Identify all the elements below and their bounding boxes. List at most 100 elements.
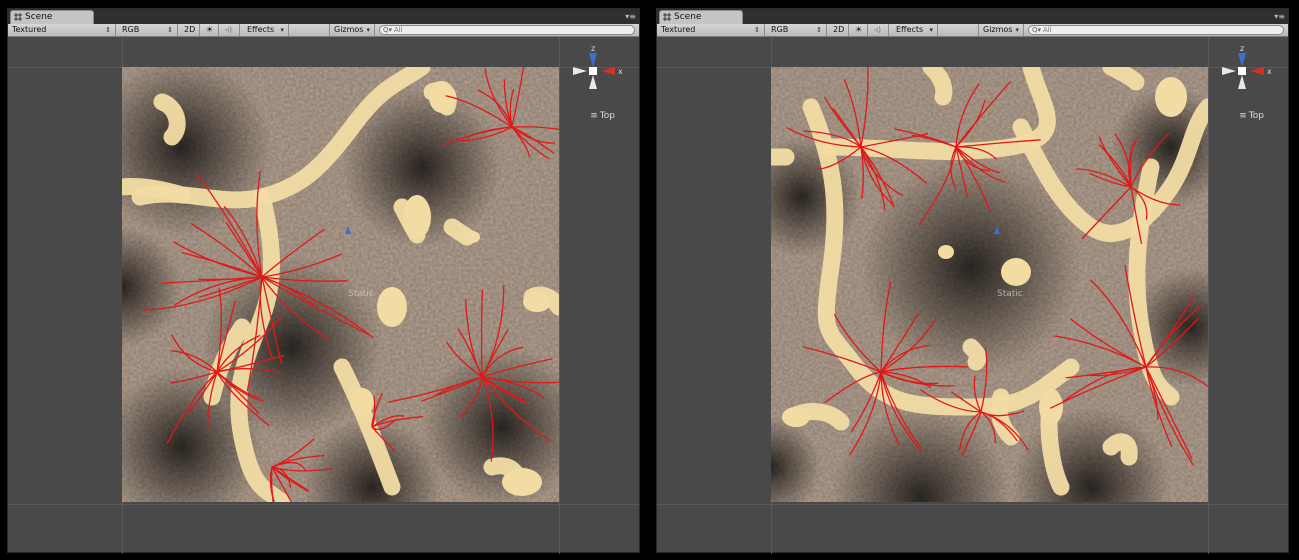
axis-x-label: x — [618, 67, 623, 76]
axis-x-cone[interactable] — [601, 67, 615, 75]
axis-neg-z-cone[interactable] — [1238, 75, 1246, 89]
terrain-sand-patch — [523, 292, 551, 312]
terrain-sand-patch — [938, 245, 954, 259]
dropdown-arrow-icon: ⇕ — [105, 26, 111, 34]
view-name: Top — [1248, 111, 1264, 121]
render-mode-label: Textured — [661, 25, 696, 34]
view-orientation-label[interactable]: ≡ Top — [590, 111, 615, 121]
search-placeholder: All — [1043, 26, 1052, 34]
tab-bar: Scene ▾≡ — [8, 9, 639, 24]
menu-icon[interactable]: ▾≡ — [625, 13, 636, 21]
dropdown-arrow-icon: ▾ — [366, 26, 370, 34]
color-mode-dropdown[interactable]: RGB ⇕ — [767, 24, 827, 36]
lighting-toggle-button[interactable]: ☀ — [850, 24, 868, 36]
scene-toolbar: Textured ⇕ RGB ⇕ 2D ☀ ◃) Effects ▾ Gizmos ▾ … — [657, 24, 1288, 37]
view-gizmo-icon[interactable]: z x — [1210, 43, 1274, 105]
terrain-sand-patch — [782, 407, 810, 427]
color-mode-label: RGB — [122, 25, 140, 34]
grid-line — [8, 504, 639, 505]
terrain-path — [962, 338, 987, 371]
scene-view-panel-right: Scene ▾≡ Textured ⇕ RGB ⇕ 2D ☀ ◃) Effects ▾… — [656, 8, 1289, 554]
toggle-2d-label: 2D — [184, 25, 196, 34]
scene-tab-label: Scene — [25, 12, 53, 22]
menu-lines-icon: ≡ — [590, 111, 598, 121]
terrain-canvas[interactable]: Static — [122, 67, 559, 502]
scene-view-panel-left: Scene ▾≡ Textured ⇕ RGB ⇕ 2D ☀ ◃) Effects ▾… — [7, 8, 640, 554]
terrain-sand-patch — [464, 231, 480, 243]
effects-dropdown[interactable]: Effects ▾ — [892, 24, 938, 36]
terrain-canvas[interactable]: Static — [771, 67, 1208, 502]
terrain-sand-patch — [1001, 258, 1031, 286]
gizmo-center-cube[interactable] — [1238, 67, 1246, 75]
gizmo-center-cube[interactable] — [589, 67, 597, 75]
axis-neg-x-cone[interactable] — [1222, 67, 1236, 75]
tab-bar: Scene ▾≡ — [657, 9, 1288, 24]
speaker-icon: ◃) — [874, 25, 882, 34]
dropdown-arrow-icon: ▾ — [1015, 26, 1019, 34]
terrain-sand-patch — [502, 468, 542, 496]
scene-tab-label: Scene — [674, 12, 702, 22]
search-placeholder: All — [394, 26, 403, 34]
scene-tab[interactable]: Scene — [10, 10, 94, 24]
toggle-2d-button[interactable]: 2D — [829, 24, 849, 36]
search-input[interactable]: Q▾ All — [379, 25, 635, 35]
terrain-sand-patch — [350, 388, 374, 416]
sun-icon: ☀ — [206, 25, 214, 34]
audio-toggle-button[interactable]: ◃) — [869, 24, 889, 36]
menu-lines-icon: ≡ — [1239, 111, 1247, 121]
scene-viewport[interactable]: Static z x ≡ Top — [8, 37, 639, 554]
axis-neg-z-cone[interactable] — [589, 75, 597, 89]
dropdown-arrow-icon: ⇕ — [167, 26, 173, 34]
scene-viewport[interactable]: Static z x ≡ Top — [657, 37, 1288, 554]
grid-line — [559, 37, 560, 554]
view-orientation-label[interactable]: ≡ Top — [1239, 111, 1264, 121]
color-mode-dropdown[interactable]: RGB ⇕ — [118, 24, 178, 36]
axis-x-label: x — [1267, 67, 1272, 76]
view-name: Top — [599, 111, 615, 121]
sun-icon: ☀ — [855, 25, 863, 34]
axis-z-cone[interactable] — [1238, 53, 1246, 67]
effects-label: Effects — [896, 25, 924, 34]
terrain-sand-patch — [403, 195, 431, 239]
search-icon: Q▾ — [1032, 26, 1042, 34]
menu-icon[interactable]: ▾≡ — [1274, 13, 1285, 21]
search-icon: Q▾ — [383, 26, 393, 34]
lighting-toggle-button[interactable]: ☀ — [201, 24, 219, 36]
search-input[interactable]: Q▾ All — [1028, 25, 1284, 35]
axis-z-label: z — [591, 44, 595, 53]
terrain-sand-patch — [1155, 77, 1187, 117]
gizmos-dropdown[interactable]: Gizmos ▾ — [329, 24, 375, 36]
grid-icon — [14, 13, 22, 21]
dropdown-arrow-icon: ▾ — [929, 26, 933, 34]
render-mode-dropdown[interactable]: Textured ⇕ — [8, 24, 116, 36]
overlay-static-text: Static — [348, 289, 374, 299]
axis-neg-x-cone[interactable] — [573, 67, 587, 75]
dropdown-arrow-icon: ⇕ — [754, 26, 760, 34]
terrain-view[interactable]: Static — [122, 67, 559, 502]
toggle-2d-label: 2D — [833, 25, 845, 34]
render-mode-dropdown[interactable]: Textured ⇕ — [657, 24, 765, 36]
axis-x-cone[interactable] — [1250, 67, 1264, 75]
terrain-sand-patch — [1039, 389, 1063, 425]
gizmos-label: Gizmos — [334, 25, 364, 34]
scene-tab[interactable]: Scene — [659, 10, 743, 24]
color-mode-label: RGB — [771, 25, 789, 34]
effects-label: Effects — [247, 25, 275, 34]
effects-dropdown[interactable]: Effects ▾ — [243, 24, 289, 36]
speaker-icon: ◃) — [225, 25, 233, 34]
axis-z-label: z — [1240, 44, 1244, 53]
view-gizmo-icon[interactable]: z x — [561, 43, 625, 105]
vein-line — [480, 289, 483, 378]
axis-z-cone[interactable] — [589, 53, 597, 67]
overlay-static-text: Static — [997, 289, 1023, 299]
terrain-path — [122, 178, 191, 204]
gizmos-label: Gizmos — [983, 25, 1013, 34]
terrain-view[interactable]: Static — [771, 67, 1208, 502]
terrain-sand-patch — [377, 287, 407, 327]
grid-line — [1208, 37, 1209, 554]
audio-toggle-button[interactable]: ◃) — [220, 24, 240, 36]
dropdown-arrow-icon: ⇕ — [816, 26, 822, 34]
dropdown-arrow-icon: ▾ — [280, 26, 284, 34]
gizmos-dropdown[interactable]: Gizmos ▾ — [978, 24, 1024, 36]
toggle-2d-button[interactable]: 2D — [180, 24, 200, 36]
